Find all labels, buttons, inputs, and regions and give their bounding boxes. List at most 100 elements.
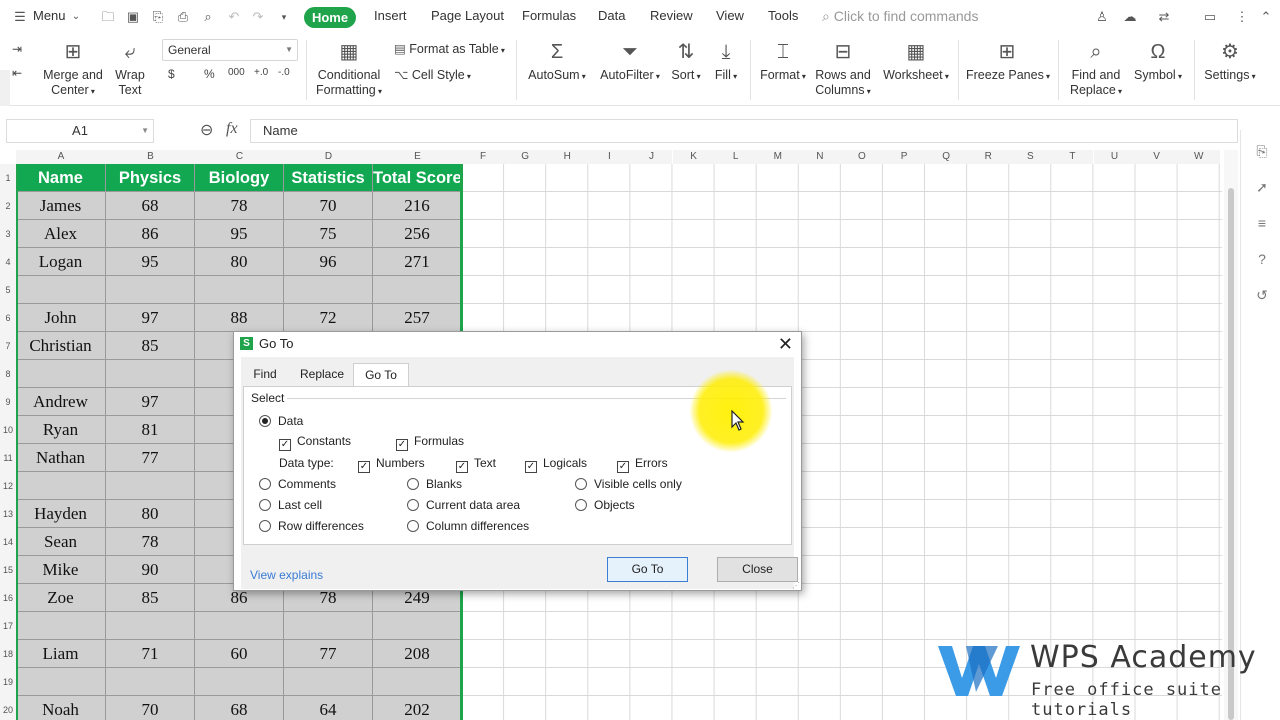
row-header[interactable]: 1 xyxy=(0,164,16,192)
percent-button[interactable]: % xyxy=(204,67,215,81)
merge-center-button[interactable]: ⊞ Merge and Center ▾ xyxy=(42,40,104,99)
outdent-icon[interactable]: ⇤ xyxy=(12,66,22,80)
property-icon[interactable]: ⎘ xyxy=(1253,142,1271,160)
format-as-table-button[interactable]: ▤ Format as Table ▾ xyxy=(394,42,505,58)
cell-style-button[interactable]: ⌥ Cell Style ▾ xyxy=(394,68,471,84)
radio-column-differences[interactable]: Column differences xyxy=(407,519,529,533)
view-explains-link[interactable]: View explains xyxy=(250,568,323,582)
function-icon[interactable]: fx xyxy=(226,120,238,138)
row-header[interactable]: 9 xyxy=(0,388,16,416)
column-header-e[interactable]: E xyxy=(373,150,462,164)
tab-tools[interactable]: Tools xyxy=(768,8,798,23)
find-replace-button[interactable]: ⌕ Find and Replace ▾ xyxy=(1066,40,1126,99)
row-header[interactable]: 16 xyxy=(0,584,16,612)
history-icon[interactable]: ↺ xyxy=(1253,286,1271,304)
column-header-b[interactable]: B xyxy=(106,150,195,164)
column-header-p[interactable]: P xyxy=(883,150,926,164)
row-header[interactable]: 15 xyxy=(0,556,16,584)
tab-replace[interactable]: Replace xyxy=(289,363,355,386)
column-header-q[interactable]: Q xyxy=(925,150,968,164)
worksheet-button[interactable]: ▦ Worksheet ▾ xyxy=(882,40,950,84)
open-folder-icon[interactable]: 🗀 xyxy=(100,9,116,25)
currency-button[interactable]: $ xyxy=(168,67,175,81)
account-icon[interactable]: ♙ xyxy=(1094,9,1110,25)
column-header-c[interactable]: C xyxy=(195,150,284,164)
collapse-icon[interactable]: ⌃ xyxy=(1258,9,1274,25)
number-format-select[interactable]: General ▼ xyxy=(162,39,298,61)
row-header[interactable]: 6 xyxy=(0,304,16,332)
tab-home[interactable]: Home xyxy=(304,7,356,28)
print-icon[interactable]: ⎙ xyxy=(175,9,191,25)
row-header[interactable]: 5 xyxy=(0,276,16,304)
row-header[interactable]: 11 xyxy=(0,444,16,472)
column-header-i[interactable]: I xyxy=(588,150,631,164)
checkbox-formulas[interactable]: ✓ Formulas xyxy=(396,434,464,451)
row-header[interactable]: 3 xyxy=(0,220,16,248)
radio-row-differences[interactable]: Row differences xyxy=(259,519,364,533)
indent-icon[interactable]: ⇥ xyxy=(12,42,22,56)
save-icon[interactable]: ▣ xyxy=(125,9,141,25)
redo-icon[interactable]: ↷ xyxy=(250,9,266,25)
radio-current-data-area[interactable]: Current data area xyxy=(407,498,520,512)
help-icon[interactable]: ? xyxy=(1253,250,1271,268)
row-header[interactable]: 14 xyxy=(0,528,16,556)
row-header[interactable]: 20 xyxy=(0,696,16,720)
name-box[interactable]: A1 ▼ xyxy=(6,119,154,143)
column-header-f[interactable]: F xyxy=(462,150,505,164)
column-header-k[interactable]: K xyxy=(672,150,715,164)
tab-find[interactable]: Find xyxy=(243,363,287,386)
comment-icon[interactable]: ▭ xyxy=(1202,9,1218,25)
format-button[interactable]: ⌶ Format ▾ xyxy=(756,40,810,84)
settings-button[interactable]: ⚙ Settings ▾ xyxy=(1200,40,1260,84)
checkbox-constants[interactable]: ✓ Constants xyxy=(279,434,351,451)
tab-formulas[interactable]: Formulas xyxy=(522,8,576,23)
row-header[interactable]: 4 xyxy=(0,248,16,276)
column-header-a[interactable]: A xyxy=(16,150,106,164)
column-header-t[interactable]: T xyxy=(1051,150,1094,164)
thousands-button[interactable]: 000 xyxy=(228,67,245,78)
chevron-down-icon[interactable]: ⌄ xyxy=(68,9,84,25)
tab-view[interactable]: View xyxy=(716,8,744,23)
column-header-w[interactable]: W xyxy=(1177,150,1220,164)
radio-comments[interactable]: Comments xyxy=(259,477,336,491)
row-header[interactable]: 17 xyxy=(0,612,16,640)
adjust-icon[interactable]: ≡ xyxy=(1253,214,1271,232)
autofilter-button[interactable]: ⏷ AutoFilter ▾ xyxy=(598,40,662,84)
cloud-icon[interactable]: ☁ xyxy=(1122,9,1138,25)
menu-button[interactable]: Menu xyxy=(33,8,66,23)
increase-decimal-button[interactable]: +.0 xyxy=(254,67,268,78)
command-search[interactable]: ⌕ Click to find commands xyxy=(822,8,978,25)
radio-last-cell[interactable]: Last cell xyxy=(259,498,322,512)
radio-blanks[interactable]: Blanks xyxy=(407,477,462,491)
sort-button[interactable]: ⇅ Sort ▾ xyxy=(668,40,704,84)
column-header-m[interactable]: M xyxy=(756,150,799,164)
row-header[interactable]: 7 xyxy=(0,332,16,360)
rows-columns-button[interactable]: ⊟ Rows and Columns ▾ xyxy=(812,40,874,99)
resize-grip-icon[interactable]: ⋰ xyxy=(792,581,800,590)
formula-input[interactable]: Name xyxy=(250,119,1238,143)
decrease-decimal-button[interactable]: -.0 xyxy=(278,67,290,78)
radio-visible-cells[interactable]: Visible cells only xyxy=(575,477,682,491)
fill-button[interactable]: ⤓ Fill ▾ xyxy=(710,40,742,84)
row-header[interactable]: 8 xyxy=(0,360,16,388)
radio-data[interactable]: Data xyxy=(259,414,303,428)
tab-insert[interactable]: Insert xyxy=(374,8,407,23)
undo-icon[interactable]: ↶ xyxy=(226,9,242,25)
radio-objects[interactable]: Objects xyxy=(575,498,635,512)
column-header-s[interactable]: S xyxy=(1009,150,1052,164)
column-header-h[interactable]: H xyxy=(546,150,589,164)
column-header-g[interactable]: G xyxy=(504,150,547,164)
column-header-o[interactable]: O xyxy=(840,150,883,164)
tab-data[interactable]: Data xyxy=(598,8,625,23)
select-pointer-icon[interactable]: ➚ xyxy=(1253,178,1271,196)
symbol-button[interactable]: Ω Symbol ▾ xyxy=(1130,40,1186,84)
row-header[interactable]: 12 xyxy=(0,472,16,500)
tab-page-layout[interactable]: Page Layout xyxy=(431,8,504,23)
row-header[interactable]: 19 xyxy=(0,668,16,696)
close-button[interactable]: Close xyxy=(717,557,798,582)
column-header-j[interactable]: J xyxy=(630,150,673,164)
close-icon[interactable]: ✕ xyxy=(778,334,793,355)
freeze-panes-button[interactable]: ⊞ Freeze Panes ▾ xyxy=(966,40,1050,84)
column-header-v[interactable]: V xyxy=(1135,150,1178,164)
tab-review[interactable]: Review xyxy=(650,8,693,23)
